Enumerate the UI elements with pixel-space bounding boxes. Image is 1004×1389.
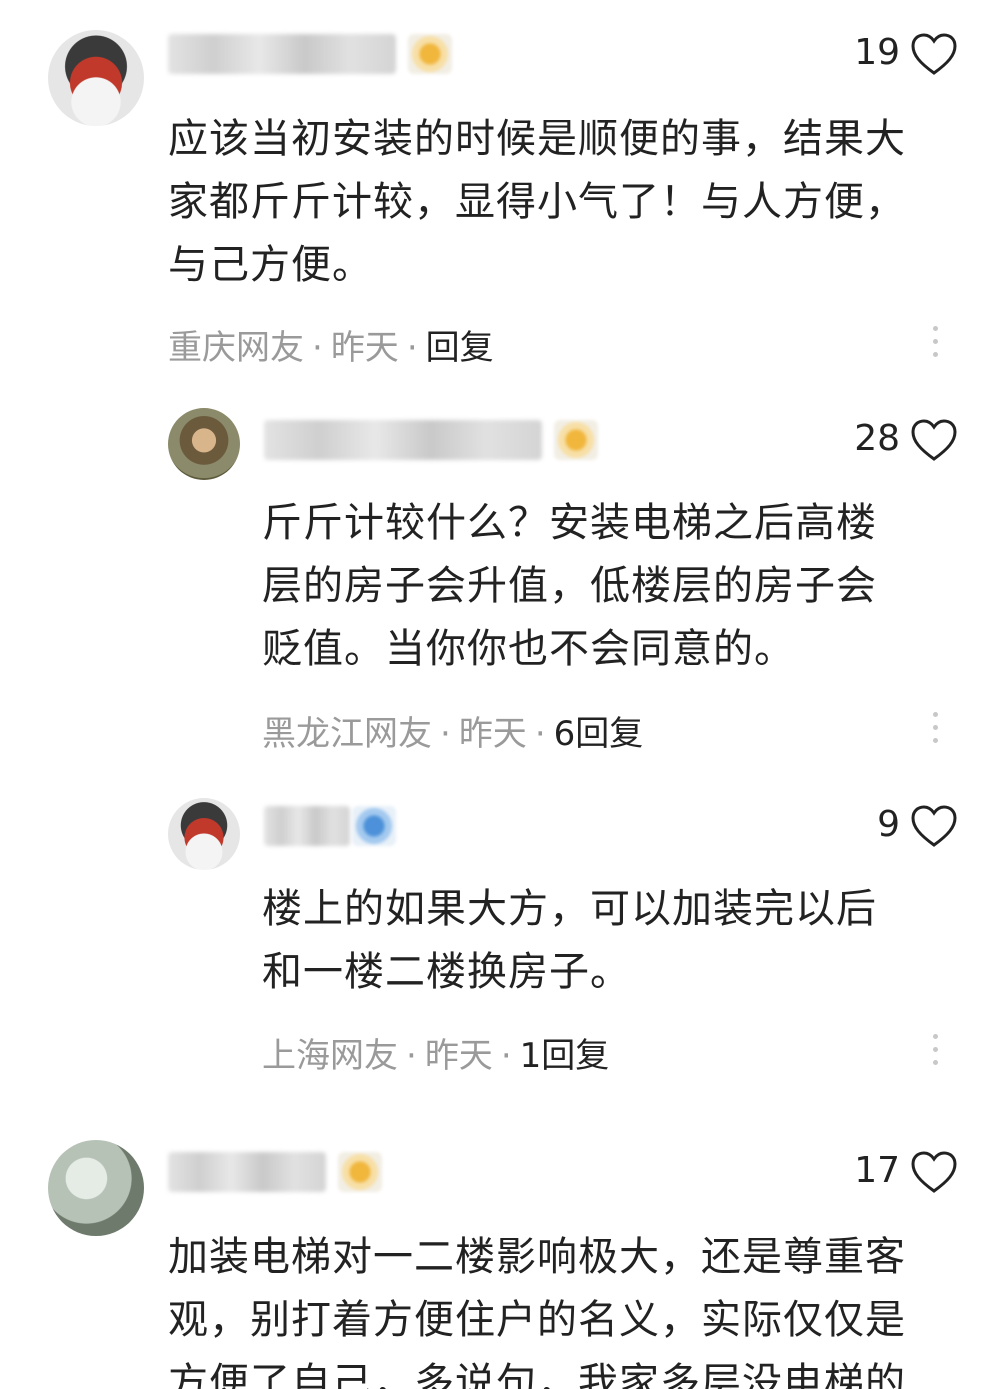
comment-text-line: 斤斤计较什么？安装电梯之后高楼 xyxy=(262,500,877,546)
time-label: 昨天 xyxy=(424,1036,493,1076)
more-options-icon[interactable] xyxy=(930,1034,940,1074)
username-blurred[interactable] xyxy=(168,34,396,74)
comment-text-line: 加装电梯对一二楼影响极大，还是尊重客 xyxy=(168,1234,906,1280)
comment-meta: 上海网友 · 昨天 · 1回复 xyxy=(262,1028,609,1077)
like-heart-icon[interactable] xyxy=(910,804,958,848)
comment-text: 斤斤计较什么？安装电梯之后高楼 层的房子会升值，低楼层的房子会 贬值。当你你也不… xyxy=(262,492,922,681)
comment-text-line: 家都斤斤计较，显得小气了！与人方便， xyxy=(168,179,906,225)
more-options-icon[interactable] xyxy=(930,712,940,752)
comment-text-line: 应该当初安装的时候是顺便的事，结果大 xyxy=(168,116,906,162)
reply-item: 28 斤斤计较什么？安装电梯之后高楼 层的房子会升值，低楼层的房子会 贬值。当你… xyxy=(0,380,1004,770)
meta-separator: · xyxy=(406,1036,417,1076)
comment-text-line: 方便了自己，多说句，我家多层没电梯的 xyxy=(168,1360,906,1389)
like-heart-icon[interactable] xyxy=(910,418,958,462)
more-options-icon[interactable] xyxy=(930,326,940,366)
comment-text-line: 层的房子会升值，低楼层的房子会 xyxy=(262,563,877,609)
reply-button[interactable]: 回复 xyxy=(426,328,494,368)
username-blurred[interactable] xyxy=(264,806,350,846)
time-label: 昨天 xyxy=(330,328,399,368)
comment-item: 17 加装电梯对一二楼影响极大，还是尊重客 观，别打着方便住户的名义，实际仅仅是… xyxy=(0,1110,1004,1389)
user-badge-icon xyxy=(408,34,452,74)
like-count: 19 xyxy=(854,32,900,73)
time-label: 昨天 xyxy=(458,714,527,754)
comment-text-line: 贬值。当你你也不会同意的。 xyxy=(262,626,795,672)
reply-button[interactable]: 6回复 xyxy=(554,714,644,754)
like-count: 9 xyxy=(877,804,900,845)
meta-separator: · xyxy=(312,328,323,368)
comment-meta: 黑龙江网友 · 昨天 · 6回复 xyxy=(262,706,643,755)
location-label: 上海网友 xyxy=(262,1036,398,1076)
username-blurred[interactable] xyxy=(264,420,542,460)
reply-item: 9 楼上的如果大方，可以加装完以后 和一楼二楼换房子。 上海网友 · 昨天 · 1回复 xyxy=(0,770,1004,1110)
comment-text: 应该当初安装的时候是顺便的事，结果大 家都斤斤计较，显得小气了！与人方便， 与己… xyxy=(168,108,908,297)
meta-separator: · xyxy=(500,1036,512,1076)
like-heart-icon[interactable] xyxy=(910,32,958,76)
comment-text: 加装电梯对一二楼影响极大，还是尊重客 观，别打着方便住户的名义，实际仅仅是 方便… xyxy=(168,1226,908,1389)
like-count: 17 xyxy=(854,1150,900,1191)
comment-text-line: 与己方便。 xyxy=(168,242,373,288)
meta-separator: · xyxy=(534,714,546,754)
user-badge-icon xyxy=(352,806,396,846)
avatar[interactable] xyxy=(48,30,144,126)
comment-text-line: 楼上的如果大方，可以加装完以后 xyxy=(262,886,877,932)
avatar[interactable] xyxy=(168,798,240,870)
comment-text-line: 观，别打着方便住户的名义，实际仅仅是 xyxy=(168,1297,906,1343)
comment-text: 楼上的如果大方，可以加装完以后 和一楼二楼换房子。 xyxy=(262,878,922,1004)
meta-separator: · xyxy=(406,328,418,368)
user-badge-icon xyxy=(554,420,598,460)
username-blurred[interactable] xyxy=(168,1152,326,1192)
like-heart-icon[interactable] xyxy=(910,1150,958,1194)
avatar[interactable] xyxy=(48,1140,144,1236)
comment-text-line: 和一楼二楼换房子。 xyxy=(262,949,631,995)
user-badge-icon xyxy=(338,1152,382,1192)
like-count: 28 xyxy=(854,418,900,459)
meta-separator: · xyxy=(440,714,451,754)
location-label: 黑龙江网友 xyxy=(262,714,432,754)
reply-button[interactable]: 1回复 xyxy=(520,1036,610,1076)
comment-meta: 重庆网友 · 昨天 · 回复 xyxy=(168,320,494,369)
avatar[interactable] xyxy=(168,408,240,480)
location-label: 重庆网友 xyxy=(168,328,304,368)
comment-item: 19 应该当初安装的时候是顺便的事，结果大 家都斤斤计较，显得小气了！与人方便，… xyxy=(0,0,1004,380)
